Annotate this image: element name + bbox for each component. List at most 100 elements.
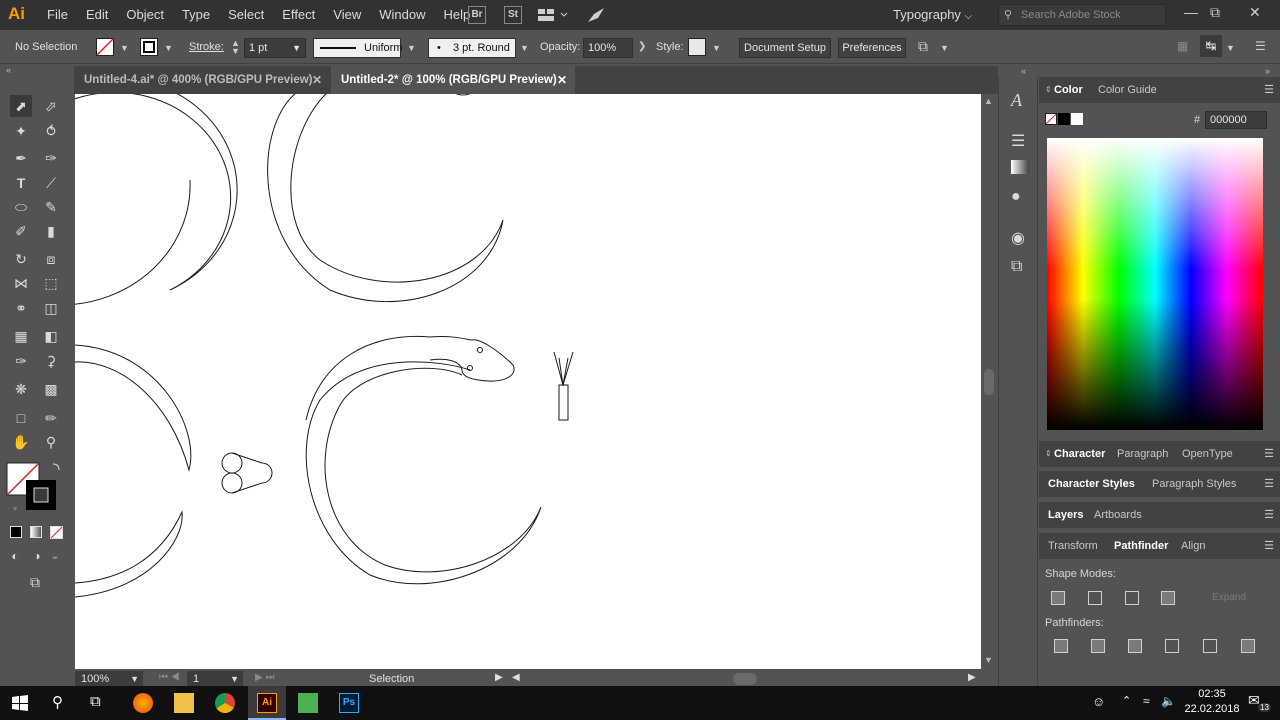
arrange-documents-icon[interactable]: [537, 8, 569, 22]
free-transform-tool-icon[interactable]: ⬚: [40, 272, 62, 294]
slice-tool-icon[interactable]: ✏: [40, 407, 62, 429]
scroll-left-icon[interactable]: ◀: [512, 672, 520, 683]
panel-menu-icon[interactable]: ☰: [1255, 39, 1266, 53]
brush-definition[interactable]: • 3 pt. Round: [428, 38, 516, 58]
direct-selection-tool-icon[interactable]: ⬀: [40, 95, 62, 117]
menu-type[interactable]: Type: [173, 0, 219, 30]
scroll-right-icon[interactable]: ▶: [968, 672, 976, 683]
unite-icon[interactable]: [1051, 591, 1065, 605]
hand-tool-icon[interactable]: ✋: [10, 431, 32, 453]
profile-dropdown-icon[interactable]: ▼: [407, 43, 416, 53]
artboard-tool-icon[interactable]: □: [10, 407, 32, 429]
scroll-down-icon[interactable]: ▼: [984, 655, 993, 665]
perspective-grid-tool-icon[interactable]: ◫: [40, 297, 62, 319]
trim-icon[interactable]: [1091, 639, 1105, 653]
minus-back-icon[interactable]: [1241, 639, 1255, 653]
tray-chevron-icon[interactable]: ⌃: [1122, 694, 1131, 707]
white-swatch[interactable]: [1071, 113, 1083, 125]
tab-character[interactable]: Character: [1054, 441, 1105, 467]
scroll-thumb[interactable]: [984, 369, 994, 395]
menu-view[interactable]: View: [324, 0, 370, 30]
tab-paragraph-styles[interactable]: Paragraph Styles: [1152, 471, 1236, 497]
collapse-panels-icon[interactable]: »: [1265, 66, 1270, 76]
panel-collapse-icon[interactable]: ⇕: [1045, 441, 1052, 467]
none-mode-icon[interactable]: [50, 526, 63, 539]
magic-wand-tool-icon[interactable]: ✦: [10, 120, 32, 142]
chevron-right-icon[interactable]: ❯: [638, 41, 646, 52]
exclude-icon[interactable]: [1161, 591, 1175, 605]
horizontal-scroll-thumb[interactable]: [733, 673, 757, 685]
tab-color[interactable]: Color: [1054, 77, 1083, 103]
default-colors-icon[interactable]: ▫: [4, 497, 26, 519]
last-artboard-icon[interactable]: ▶ ⏭: [255, 672, 274, 683]
stroke-swatch[interactable]: [140, 38, 158, 56]
appearance-icon[interactable]: ◉: [1011, 228, 1025, 248]
outline-icon[interactable]: [1203, 639, 1217, 653]
expand-button[interactable]: Expand: [1199, 589, 1259, 607]
collapse-toolbar-icon[interactable]: «: [6, 65, 11, 75]
shaper-tool-icon[interactable]: ✐: [10, 220, 32, 242]
scroll-up-icon[interactable]: ▲: [984, 96, 993, 106]
menu-window[interactable]: Window: [370, 0, 434, 30]
gpu-performance-icon[interactable]: [586, 6, 606, 24]
stroke-weight-field[interactable]: 1 pt ▼: [244, 38, 306, 58]
eraser-tool-icon[interactable]: ▮: [40, 220, 62, 242]
tab-artboards[interactable]: Artboards: [1094, 502, 1142, 528]
rotate-tool-icon[interactable]: ↻: [10, 248, 32, 270]
firefox-icon[interactable]: [133, 693, 153, 713]
tab-paragraph[interactable]: Paragraph: [1117, 441, 1168, 467]
app-green-icon[interactable]: [298, 693, 318, 713]
panel-menu-icon[interactable]: ☰: [1264, 502, 1274, 528]
close-icon[interactable]: ✕: [312, 66, 322, 94]
tab-opentype[interactable]: OpenType: [1182, 441, 1233, 467]
symbol-sprayer-tool-icon[interactable]: ❋: [10, 378, 32, 400]
photoshop-icon[interactable]: Ps: [339, 693, 359, 713]
character-icon[interactable]: A: [1011, 90, 1022, 111]
ellipse-tool-icon[interactable]: ⬭: [10, 196, 32, 218]
line-segment-tool-icon[interactable]: ⟋: [40, 172, 62, 194]
type-tool-icon[interactable]: T: [10, 172, 32, 194]
artboard-field[interactable]: 1 ▼: [187, 671, 243, 687]
paintbrush-tool-icon[interactable]: ✎: [40, 196, 62, 218]
style-dropdown-icon[interactable]: ▼: [712, 43, 721, 53]
chevron-down-icon[interactable]: ▼: [1226, 43, 1235, 53]
tab-pathfinder[interactable]: Pathfinder: [1114, 533, 1168, 559]
panel-menu-icon[interactable]: ☰: [1264, 471, 1274, 497]
first-artboard-icon[interactable]: ⏮ ◀: [159, 672, 180, 683]
gradient-panel-icon[interactable]: [1011, 160, 1029, 174]
width-tool-icon[interactable]: ⋈: [10, 272, 32, 294]
divide-icon[interactable]: [1054, 639, 1068, 653]
menu-select[interactable]: Select: [219, 0, 273, 30]
panel-menu-icon[interactable]: ☰: [1264, 77, 1274, 103]
graphic-style-swatch[interactable]: [688, 38, 706, 56]
panel-collapse-icon[interactable]: ⇕: [1045, 77, 1052, 103]
gradient-tool-icon[interactable]: ◧: [40, 325, 62, 347]
preferences-button[interactable]: Preferences: [838, 38, 906, 58]
status-menu-icon[interactable]: ▶: [495, 672, 503, 683]
people-icon[interactable]: ☺: [1092, 694, 1105, 709]
crop-icon[interactable]: [1165, 639, 1179, 653]
zoom-tool-icon[interactable]: ⚲: [40, 431, 62, 453]
layers-panel-icon[interactable]: ⧉: [1011, 258, 1022, 276]
volume-icon[interactable]: 🔈: [1161, 694, 1176, 708]
clock-date[interactable]: 22.02.2018: [1182, 703, 1242, 715]
restore-icon[interactable]: ⧉: [1210, 4, 1220, 21]
artboard-canvas[interactable]: [75, 94, 981, 669]
opacity-field[interactable]: 100%: [583, 38, 633, 58]
color-mode-icon[interactable]: [10, 526, 22, 538]
close-icon[interactable]: ✕: [1249, 4, 1261, 21]
taskbar-illustrator[interactable]: Ai: [248, 686, 286, 720]
hex-input[interactable]: 000000: [1205, 111, 1267, 129]
gradient-mode-icon[interactable]: [30, 526, 42, 538]
eyedropper-tool-icon[interactable]: ✑: [10, 350, 32, 372]
clock-time[interactable]: 02:35: [1187, 688, 1237, 700]
tab-untitled-4[interactable]: Untitled-4.ai* @ 400% (RGB/GPU Preview) …: [74, 66, 329, 94]
panel-menu-icon[interactable]: ☰: [1264, 441, 1274, 467]
shape-builder-tool-icon[interactable]: ⚭: [10, 297, 32, 319]
tab-character-styles[interactable]: Character Styles: [1048, 471, 1135, 497]
tab-untitled-2[interactable]: Untitled-2* @ 100% (RGB/GPU Preview) ✕: [331, 66, 575, 94]
blend-tool-icon[interactable]: ⚳: [40, 350, 62, 372]
chevron-down-icon[interactable]: ▼: [940, 43, 949, 53]
fill-dropdown-icon[interactable]: ▼: [120, 43, 129, 53]
mesh-tool-icon[interactable]: ▦: [10, 325, 32, 347]
